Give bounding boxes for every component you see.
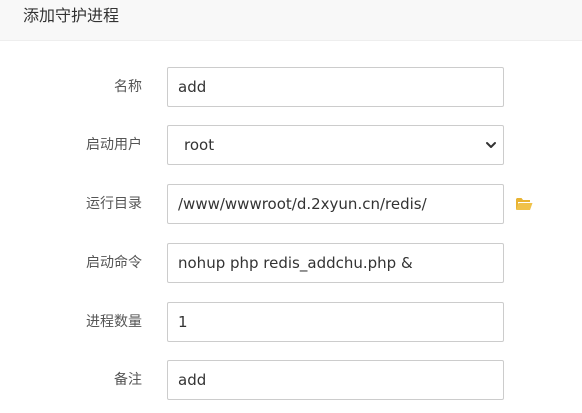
dialog-header: 添加守护进程 (0, 0, 582, 41)
form-row-remark: 备注 (0, 360, 582, 400)
process-count-label: 进程数量 (86, 314, 142, 330)
run-user-selected-value: root (184, 136, 215, 154)
folder-open-icon[interactable] (515, 196, 533, 212)
form-row-start-cmd: 启动命令 (0, 243, 582, 283)
form-row-name: 名称 (0, 67, 582, 107)
remark-label: 备注 (114, 372, 142, 388)
name-label: 名称 (114, 79, 142, 95)
add-daemon-dialog: 添加守护进程 名称 启动用户 root 运行目录 启动命令 进程数量 (0, 0, 582, 413)
start-cmd-label: 启动命令 (86, 255, 142, 271)
run-dir-input[interactable] (167, 184, 504, 224)
form-row-run-user: 启动用户 root (0, 125, 582, 165)
process-count-input[interactable] (167, 302, 504, 342)
remark-input[interactable] (167, 360, 504, 400)
dialog-title: 添加守护进程 (23, 6, 120, 25)
run-user-select[interactable]: root (167, 125, 504, 165)
name-input[interactable] (167, 67, 504, 107)
form-row-process-count: 进程数量 (0, 302, 582, 342)
form-row-run-dir: 运行目录 (0, 184, 582, 224)
chevron-down-icon (486, 142, 496, 148)
run-dir-label: 运行目录 (86, 196, 142, 212)
run-user-label: 启动用户 (86, 137, 142, 153)
start-cmd-input[interactable] (167, 243, 504, 283)
